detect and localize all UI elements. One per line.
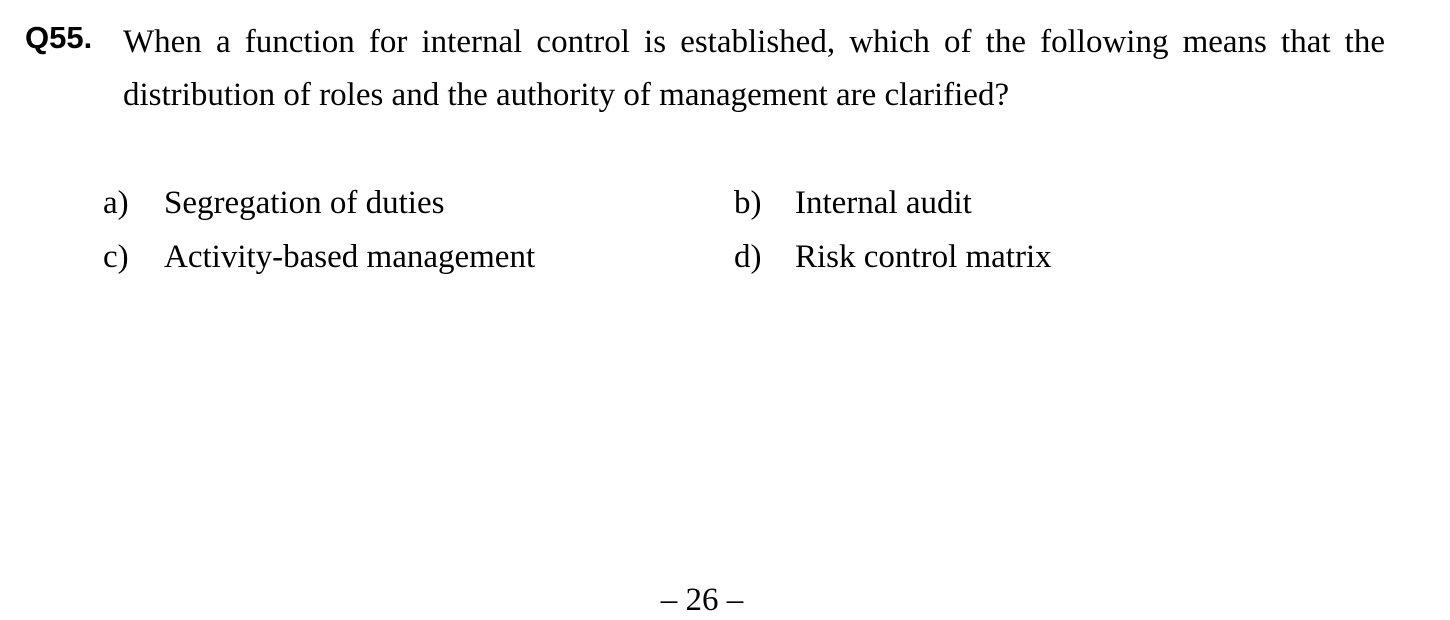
question-text: When a function for internal control is …: [123, 24, 1385, 113]
choice-row: c) Activity-based management d) Risk con…: [103, 230, 1203, 284]
choice-letter: b): [734, 185, 762, 221]
choice-text: Segregation of duties: [164, 185, 445, 221]
choice-a: a) Segregation of duties: [103, 176, 734, 230]
question-number: Q55.: [25, 20, 93, 55]
choice-text: Risk control matrix: [795, 239, 1052, 275]
choice-b: b) Internal audit: [734, 176, 972, 230]
choice-text: Activity-based management: [164, 239, 536, 275]
page-number: – 26 –: [660, 582, 744, 618]
choice-letter: c): [103, 239, 129, 275]
choice-letter: d): [734, 239, 762, 275]
choice-row: a) Segregation of duties b) Internal aud…: [103, 176, 1203, 230]
choice-c: c) Activity-based management: [103, 230, 734, 284]
choice-d: d) Risk control matrix: [734, 230, 1052, 284]
choice-text: Internal audit: [795, 185, 972, 221]
answer-choices: a) Segregation of duties b) Internal aud…: [103, 176, 1203, 284]
choice-letter: a): [103, 185, 129, 221]
